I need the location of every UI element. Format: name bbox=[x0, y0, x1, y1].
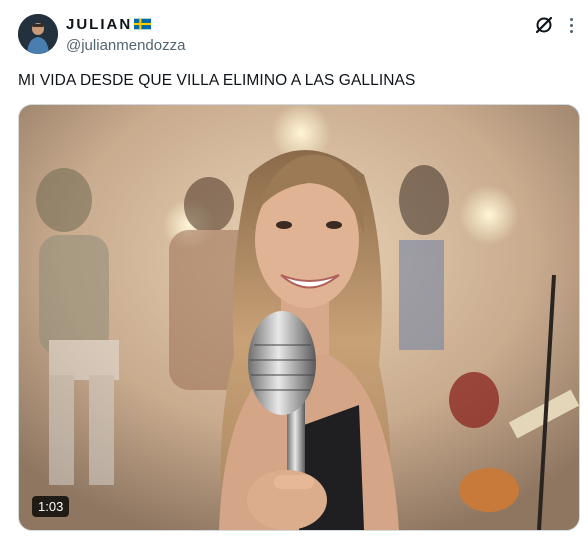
grok-icon[interactable] bbox=[534, 15, 554, 35]
author-block: JULIAN @julianmendozza bbox=[66, 14, 185, 55]
display-name-row[interactable]: JULIAN bbox=[66, 14, 185, 34]
video-duration-badge: 1:03 bbox=[32, 496, 70, 517]
tweet: JULIAN @julianmendozza MI VIDA DESDE QUE… bbox=[0, 0, 588, 549]
more-options-icon[interactable] bbox=[562, 16, 580, 34]
display-name[interactable]: JULIAN bbox=[66, 16, 132, 33]
video-thumbnail bbox=[19, 105, 579, 530]
post-text: MI VIDA DESDE QUE VILLA ELIMINO A LAS GA… bbox=[18, 72, 416, 89]
sweden-flag-icon bbox=[134, 18, 152, 30]
video-player[interactable]: 1:03 bbox=[18, 104, 580, 531]
user-handle[interactable]: @julianmendozza bbox=[66, 37, 185, 54]
avatar-image bbox=[18, 14, 58, 54]
avatar[interactable] bbox=[18, 14, 58, 54]
